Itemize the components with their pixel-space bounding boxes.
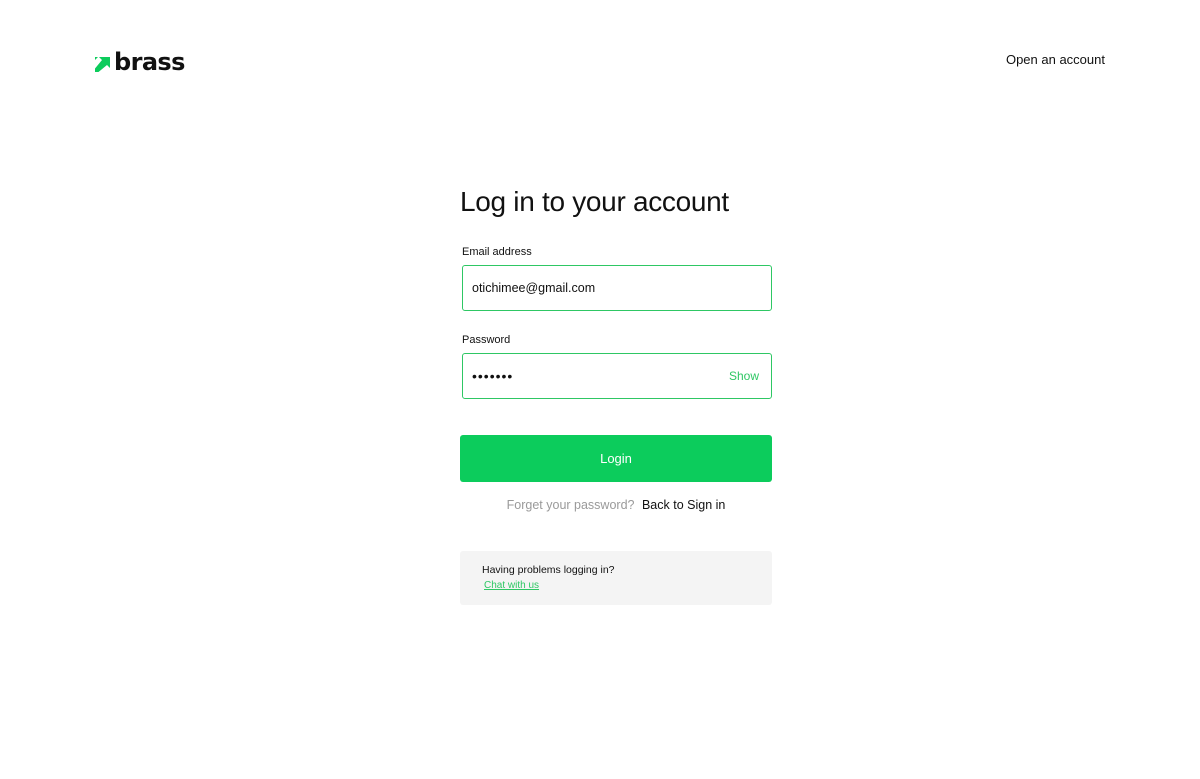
page-title: Log in to your account	[460, 186, 729, 217]
password-field[interactable]: •••••••	[472, 368, 729, 384]
help-box: Having problems logging in? Chat with us	[460, 551, 772, 605]
email-label: Email address	[462, 246, 532, 258]
show-password-toggle[interactable]: Show	[729, 369, 759, 383]
password-label: Password	[462, 334, 511, 346]
help-title: Having problems logging in?	[482, 564, 615, 576]
login-button[interactable]: Login	[460, 435, 772, 482]
email-field-container	[462, 265, 772, 311]
password-field-container: ••••••• Show	[462, 353, 772, 399]
email-field[interactable]	[472, 281, 759, 295]
forgot-password-link[interactable]: Forget your password?	[507, 498, 635, 512]
login-page: brass Open an account Log in to your acc…	[0, 0, 1200, 779]
back-to-sign-in-link[interactable]: Back to Sign in	[642, 498, 725, 512]
chat-with-us-link[interactable]: Chat with us	[484, 579, 539, 592]
arrow-up-right-icon	[95, 56, 110, 72]
brand-name: brass	[114, 48, 185, 76]
open-account-link[interactable]: Open an account	[1006, 52, 1105, 68]
brand-logo[interactable]: brass	[95, 48, 185, 76]
auth-links: Forget your password? Back to Sign in	[460, 497, 772, 513]
